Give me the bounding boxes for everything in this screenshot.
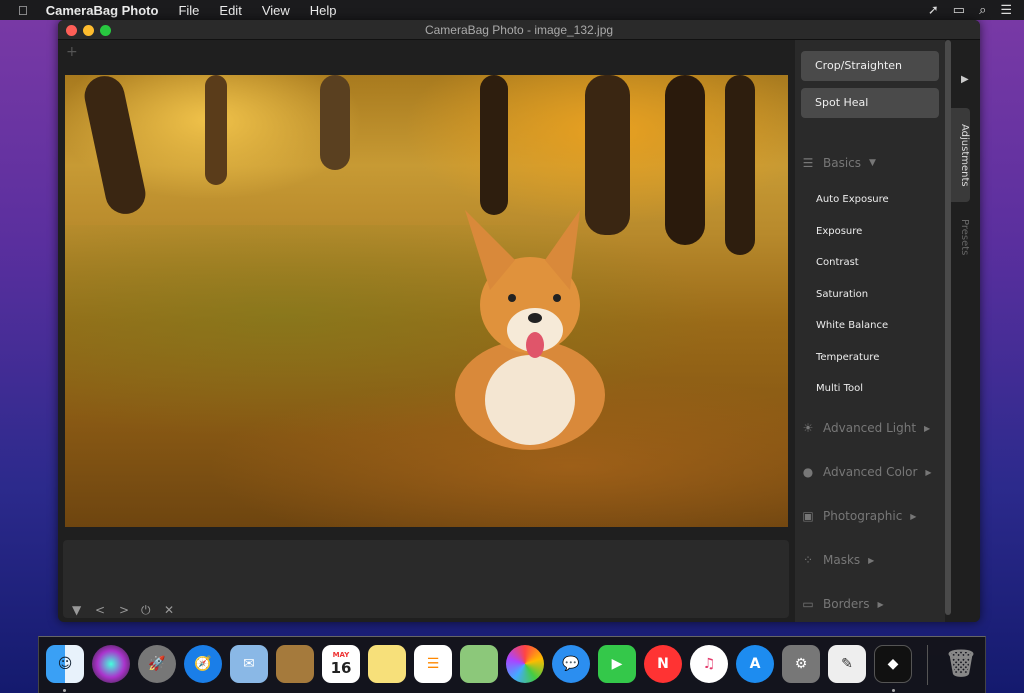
side-tabs: ▶ Adjustments Presets xyxy=(951,40,980,622)
dock-photos[interactable] xyxy=(506,645,544,683)
chevron-right-icon: ▶ xyxy=(877,599,884,609)
photo-canvas[interactable] xyxy=(65,75,788,527)
menu-view[interactable]: View xyxy=(262,3,290,18)
adjustment-contrast[interactable]: Contrast xyxy=(816,257,859,268)
section-advanced-light[interactable]: ☀ Advanced Light ▶ xyxy=(801,421,931,435)
dock-news[interactable]: N xyxy=(644,645,682,683)
collapse-triangle-icon[interactable]: ▼ xyxy=(72,603,81,617)
chevron-right-icon: ▶ xyxy=(910,511,917,521)
expand-panel-icon[interactable]: ▶ xyxy=(961,74,969,85)
spot-heal-button[interactable]: Spot Heal xyxy=(801,88,939,118)
chevron-right-icon: ▶ xyxy=(868,555,875,565)
adjustment-saturation[interactable]: Saturation xyxy=(816,289,868,300)
section-basics[interactable]: ☰ Basics ▼ xyxy=(801,156,876,170)
dock-siri[interactable] xyxy=(92,645,130,683)
dock-launchpad[interactable]: 🚀 xyxy=(138,645,176,683)
running-indicator xyxy=(892,689,895,692)
next-icon[interactable]: > xyxy=(119,603,129,617)
dock: ☺ 🚀 🧭 ✉ MAY 16 ☰ 💬 ▶ N ♫ A ⚙ ✎ ◆ 🗑 xyxy=(38,636,986,693)
sun-icon: ☀ xyxy=(802,421,814,435)
dock-maps[interactable] xyxy=(460,645,498,683)
tab-adjustments[interactable]: Adjustments xyxy=(951,108,970,202)
window-title: CameraBag Photo - image_132.jpg xyxy=(424,23,614,37)
adjustment-multi-tool[interactable]: Multi Tool xyxy=(816,383,863,394)
tab-presets[interactable]: Presets xyxy=(951,212,970,262)
adjustment-temperature[interactable]: Temperature xyxy=(816,352,879,363)
mask-icon: ⁘ xyxy=(802,553,814,567)
dock-mail[interactable]: ✉ xyxy=(230,645,268,683)
dock-separator xyxy=(927,645,928,685)
dock-system-preferences[interactable]: ⚙ xyxy=(782,645,820,683)
dock-reminders[interactable]: ☰ xyxy=(414,645,452,683)
border-icon: ▭ xyxy=(802,597,814,611)
zoom-window-button[interactable] xyxy=(100,25,111,36)
adjustments-panel: Crop/Straighten Spot Heal ☰ Basics ▼ Auto … xyxy=(795,40,945,622)
dock-contacts[interactable] xyxy=(276,645,314,683)
chevron-right-icon: ▶ xyxy=(925,467,932,477)
dock-camerabag-photo[interactable]: ◆ xyxy=(874,645,912,683)
section-borders[interactable]: ▭ Borders ▶ xyxy=(801,597,884,611)
dock-facetime[interactable]: ▶ xyxy=(598,645,636,683)
reset-icon[interactable]: ⏻ xyxy=(141,603,151,618)
filmstrip-panel: ▼ < > ⏻ ✕ xyxy=(63,540,789,618)
dock-safari[interactable]: 🧭 xyxy=(184,645,222,683)
dock-app-store[interactable]: A xyxy=(736,645,774,683)
display-icon[interactable]: ▭ xyxy=(953,2,965,18)
dog-photo-subject xyxy=(455,210,605,450)
app-window: CameraBag Photo - image_132.jpg + ▼ < > … xyxy=(58,20,980,622)
add-image-button[interactable]: + xyxy=(66,44,78,60)
previous-icon[interactable]: < xyxy=(95,603,105,617)
crop-straighten-button[interactable]: Crop/Straighten xyxy=(801,51,939,81)
menu-app-name[interactable]: CameraBag Photo xyxy=(46,3,159,18)
adjustment-white-balance[interactable]: White Balance xyxy=(816,320,888,331)
dock-itunes[interactable]: ♫ xyxy=(690,645,728,683)
section-masks[interactable]: ⁘ Masks ▶ xyxy=(801,553,874,567)
running-indicator xyxy=(63,689,66,692)
search-icon[interactable]: ⌕ xyxy=(979,2,986,18)
dock-calendar[interactable]: MAY 16 xyxy=(322,645,360,683)
apple-icon[interactable]:  xyxy=(18,3,28,18)
menu-file[interactable]: File xyxy=(178,3,199,18)
close-window-button[interactable] xyxy=(66,25,77,36)
section-advanced-color[interactable]: ● Advanced Color ▶ xyxy=(801,465,932,479)
adjustment-auto-exposure[interactable]: Auto Exposure xyxy=(816,194,889,205)
color-circles-icon: ● xyxy=(802,465,814,479)
adjustment-exposure[interactable]: Exposure xyxy=(816,226,862,237)
dock-textedit[interactable]: ✎ xyxy=(828,645,866,683)
camera-icon: ▣ xyxy=(802,509,814,523)
menu-help[interactable]: Help xyxy=(310,3,337,18)
section-photographic[interactable]: ▣ Photographic ▶ xyxy=(801,509,916,523)
dock-messages[interactable]: 💬 xyxy=(552,645,590,683)
menu-bar:  CameraBag Photo File Edit View Help ➚ … xyxy=(0,0,1024,20)
dock-trash[interactable]: 🗑 xyxy=(942,645,980,683)
cursor-icon[interactable]: ➚ xyxy=(928,2,939,18)
sliders-icon: ☰ xyxy=(802,156,814,170)
menu-edit[interactable]: Edit xyxy=(219,3,241,18)
close-icon[interactable]: ✕ xyxy=(164,603,174,617)
list-icon[interactable]: ☰ xyxy=(1000,2,1012,18)
chevron-down-icon: ▼ xyxy=(869,158,876,168)
title-bar: CameraBag Photo - image_132.jpg xyxy=(58,20,980,40)
dock-notes[interactable] xyxy=(368,645,406,683)
chevron-right-icon: ▶ xyxy=(924,423,931,433)
dock-finder[interactable]: ☺ xyxy=(46,645,84,683)
minimize-window-button[interactable] xyxy=(83,25,94,36)
